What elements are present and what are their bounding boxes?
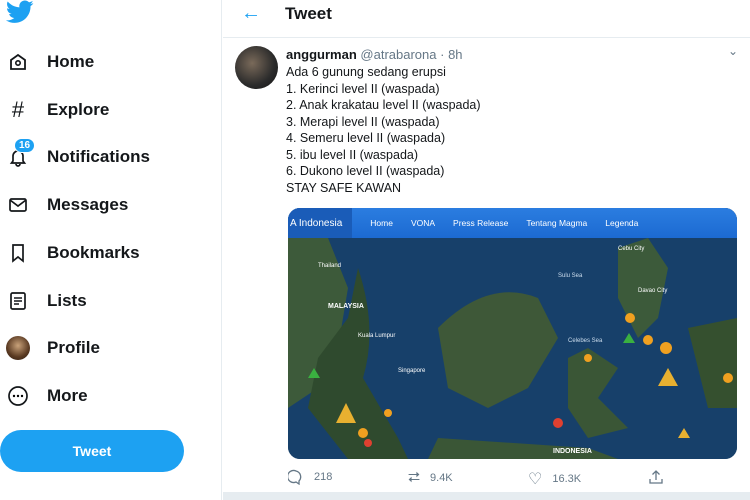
map-label: Celebes Sea [568, 338, 603, 344]
notification-badge: 16 [14, 138, 36, 153]
map-nav-item: Press Release [453, 218, 509, 228]
heart-icon: ♡ [528, 471, 543, 488]
map-image [288, 208, 737, 459]
more-icon [6, 384, 30, 408]
tweet-media-image[interactable]: A Indonesia Home VONA Press Release Tent… [288, 208, 737, 459]
tweet-card[interactable]: anggurman @atrabarona · 8h ⌄ Ada 6 gunun… [223, 37, 750, 492]
tweet-line: STAY SAFE KAWAN [286, 180, 402, 195]
tweet-line: 5. ibu level II (waspada) [286, 147, 419, 162]
sidebar-item-label: More [47, 386, 88, 405]
map-nav-item: VONA [410, 218, 436, 228]
bell-icon: 16 [6, 138, 36, 169]
envelope-icon [6, 193, 30, 217]
map-nav-item: Legenda [605, 218, 639, 228]
map-label: Singapore [398, 368, 426, 374]
bookmark-icon [6, 241, 30, 265]
retweet-button[interactable]: ⮂ 9.4K [408, 469, 453, 486]
sidebar-item-label: Bookmarks [47, 243, 140, 262]
map-navbar: A Indonesia Home VONA Press Release Tent… [288, 208, 737, 238]
sidebar-item-bookmarks[interactable]: Bookmarks [6, 238, 140, 268]
tweet-line: 3. Merapi level II (waspada) [286, 114, 440, 129]
timestamp[interactable]: · 8h [440, 47, 462, 62]
tweet-line: Ada 6 gunung sedang erupsi [286, 65, 446, 79]
share-icon [649, 470, 663, 484]
avatar[interactable] [235, 46, 278, 89]
tweet-button[interactable]: Tweet [0, 430, 184, 472]
home-icon [6, 50, 30, 74]
divider [223, 492, 750, 500]
sidebar-item-label: Messages [47, 195, 129, 214]
twitter-logo-icon[interactable] [6, 0, 34, 24]
sidebar-item-messages[interactable]: Messages [6, 190, 128, 220]
sidebar-item-more[interactable]: More [6, 381, 88, 411]
map-nav-item: Tentang Magma [526, 218, 588, 228]
tweet-author: anggurman @atrabarona · 8h [286, 47, 463, 62]
tweet-line: 4. Semeru level II (waspada) [286, 131, 446, 145]
tweet-text: Ada 6 gunung sedang erupsi 1. Kerinci le… [286, 64, 481, 196]
handle[interactable]: @atrabarona [360, 47, 436, 62]
page-header: ← Tweet [223, 0, 750, 30]
display-name[interactable]: anggurman [286, 47, 357, 62]
sidebar-item-lists[interactable]: Lists [6, 286, 87, 316]
retweet-icon: ⮂ [408, 469, 421, 486]
tweet-line: 2. Anak krakatau level II (waspada) [286, 98, 481, 112]
sidebar-item-label: Explore [47, 100, 110, 119]
retweet-count: 9.4K [430, 471, 453, 484]
sidebar-item-label: Home [47, 52, 95, 71]
map-label: MALAYSIA [328, 303, 364, 310]
sidebar-item-label: Profile [47, 338, 100, 357]
page-title: Tweet [285, 4, 332, 23]
reply-count: 218 [314, 471, 333, 483]
map-nav-item: Home [370, 218, 393, 228]
map-label: Thailand [318, 263, 342, 269]
tweet-line: 1. Kerinci level II (waspada) [286, 81, 440, 96]
sidebar: Home # Explore 16 Notifications Messages B… [0, 0, 222, 500]
avatar [6, 336, 30, 360]
like-count: 16.3K [552, 473, 582, 485]
map-label: Davao City [638, 288, 668, 294]
list-icon [6, 289, 30, 313]
like-button[interactable]: ♡ 16.3K [528, 469, 581, 489]
map-label: Sulu Sea [558, 273, 583, 279]
sidebar-item-label: Lists [47, 291, 87, 310]
reply-button[interactable]: 218 [288, 469, 332, 485]
sidebar-item-notifications[interactable]: 16 Notifications [6, 138, 150, 172]
share-button[interactable] [648, 469, 664, 485]
chevron-down-icon[interactable]: ⌄ [728, 44, 738, 58]
sidebar-item-profile[interactable]: Profile [6, 333, 100, 363]
map-label: Kuala Lumpur [358, 333, 396, 339]
sidebar-item-home[interactable]: Home [6, 47, 94, 77]
map-label: Cebu City [618, 246, 645, 252]
sidebar-item-label: Notifications [47, 147, 150, 166]
map-label: INDONESIA [553, 448, 592, 455]
map-brand: A Indonesia [288, 208, 353, 238]
sidebar-item-explore[interactable]: # Explore [6, 95, 109, 125]
hashtag-icon: # [11, 97, 25, 122]
back-arrow-icon[interactable]: ← [241, 2, 261, 25]
reply-icon [288, 469, 302, 485]
tweet-line: 6. Dukono level II (waspada) [286, 164, 445, 178]
